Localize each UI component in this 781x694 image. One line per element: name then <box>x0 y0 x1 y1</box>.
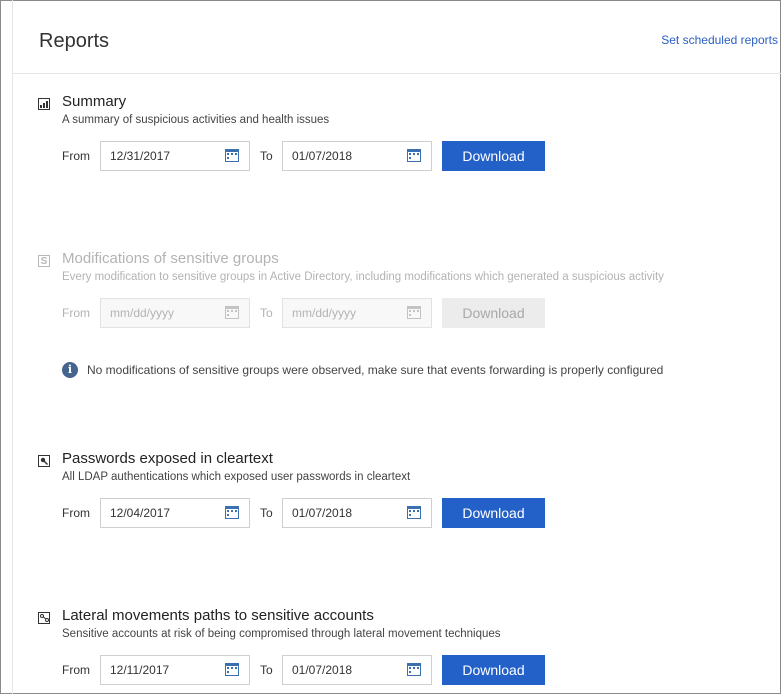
date-range-row: From To Download <box>62 655 662 685</box>
s-letter-icon: S <box>38 255 50 267</box>
report-description: Every modification to sensitive groups i… <box>62 271 664 283</box>
to-date-field[interactable] <box>282 141 432 171</box>
key-icon <box>38 455 50 467</box>
from-date-input[interactable] <box>101 299 228 327</box>
to-label: To <box>260 149 273 163</box>
path-icon <box>38 612 50 624</box>
report-description: All LDAP authentications which exposed u… <box>62 471 411 483</box>
to-label: To <box>260 306 273 320</box>
download-button[interactable]: Download <box>442 498 545 528</box>
to-date-input[interactable] <box>283 142 410 170</box>
to-label: To <box>260 506 273 520</box>
from-label: From <box>62 663 90 677</box>
to-date-field[interactable] <box>282 298 432 328</box>
download-button[interactable]: Download <box>442 141 545 171</box>
download-button[interactable]: Download <box>442 298 545 328</box>
from-date-field[interactable] <box>100 655 250 685</box>
info-text: No modifications of sensitive groups wer… <box>87 363 664 377</box>
calendar-icon[interactable] <box>407 663 421 676</box>
bar-chart-icon <box>38 98 50 110</box>
to-date-field[interactable] <box>282 498 432 528</box>
from-date-field[interactable] <box>100 498 250 528</box>
to-date-input[interactable] <box>283 499 410 527</box>
calendar-icon[interactable] <box>225 149 239 162</box>
from-label: From <box>62 306 90 320</box>
calendar-icon[interactable] <box>407 149 421 162</box>
to-date-field[interactable] <box>282 655 432 685</box>
date-range-row: From To Download <box>62 298 662 328</box>
calendar-icon <box>407 306 421 319</box>
from-label: From <box>62 149 90 163</box>
calendar-icon[interactable] <box>407 506 421 519</box>
from-date-field[interactable] <box>100 141 250 171</box>
page-header: Reports Set scheduled reports <box>13 0 781 74</box>
report-title: Passwords exposed in cleartext <box>62 450 273 467</box>
panel-divider <box>12 0 13 694</box>
report-description: A summary of suspicious activities and h… <box>62 114 330 126</box>
calendar-icon <box>225 306 239 319</box>
from-date-input[interactable] <box>101 499 228 527</box>
download-button[interactable]: Download <box>442 655 545 685</box>
report-title: Lateral movements paths to sensitive acc… <box>62 607 374 624</box>
report-title: Modifications of sensitive groups <box>62 250 279 267</box>
to-date-input[interactable] <box>283 299 410 327</box>
from-date-input[interactable] <box>101 656 228 684</box>
to-label: To <box>260 663 273 677</box>
set-scheduled-reports-link[interactable]: Set scheduled reports <box>661 33 778 47</box>
calendar-icon[interactable] <box>225 506 239 519</box>
report-description: Sensitive accounts at risk of being comp… <box>62 628 501 640</box>
from-date-input[interactable] <box>101 142 228 170</box>
report-title: Summary <box>62 93 127 110</box>
date-range-row: From To Download <box>62 141 662 171</box>
from-date-field[interactable] <box>100 298 250 328</box>
calendar-icon[interactable] <box>225 663 239 676</box>
page-title: Reports <box>39 30 110 52</box>
info-icon: i <box>62 362 78 378</box>
from-label: From <box>62 506 90 520</box>
date-range-row: From To Download <box>62 498 662 528</box>
to-date-input[interactable] <box>283 656 410 684</box>
